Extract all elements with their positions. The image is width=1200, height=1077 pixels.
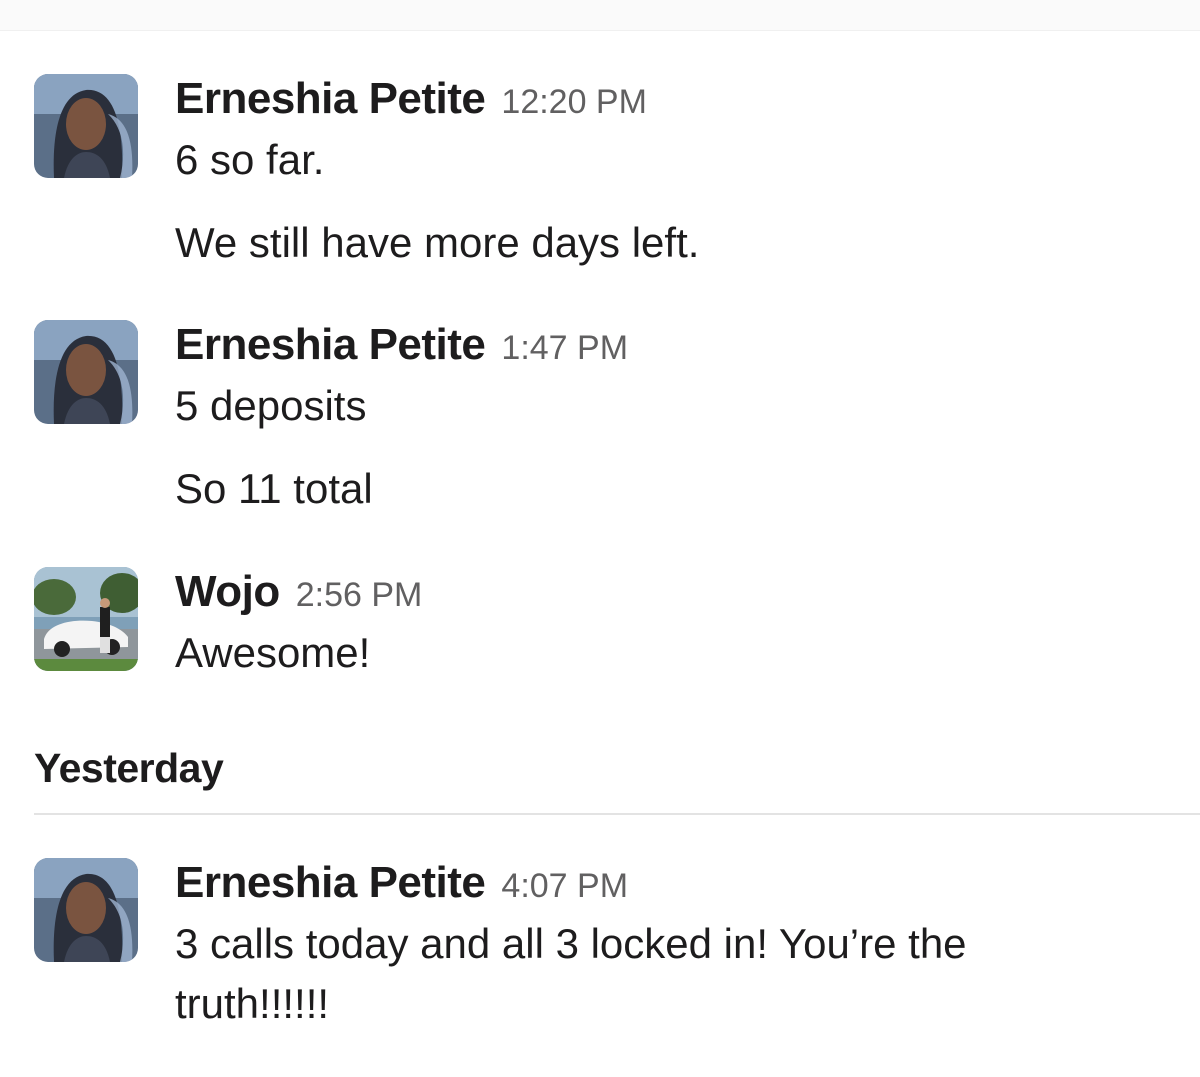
message-text: So 11 total bbox=[175, 465, 373, 512]
timestamp[interactable]: 2:56 PM bbox=[296, 576, 423, 615]
message-text: Awesome! bbox=[175, 629, 371, 676]
message-content: Erneshia Petite 4:07 PM 3 calls today an… bbox=[175, 858, 1160, 1034]
day-divider-line bbox=[34, 813, 1200, 815]
woman-portrait-avatar bbox=[34, 320, 138, 424]
message-content: Erneshia Petite 12:20 PM 6 so far. We st… bbox=[175, 74, 1160, 273]
message-text: 5 deposits bbox=[175, 382, 367, 429]
car-photo-avatar bbox=[34, 567, 138, 671]
timestamp[interactable]: 1:47 PM bbox=[501, 329, 628, 368]
message-header: Erneshia Petite 1:47 PM bbox=[175, 320, 1160, 376]
user-avatar[interactable] bbox=[34, 858, 138, 962]
message-text: truth!!!!!! bbox=[175, 980, 330, 1027]
timestamp[interactable]: 12:20 PM bbox=[501, 83, 647, 122]
user-avatar[interactable] bbox=[34, 567, 138, 671]
message-header: Erneshia Petite 12:20 PM bbox=[175, 74, 1160, 130]
sender-name[interactable]: Erneshia Petite bbox=[175, 74, 486, 124]
sender-name[interactable]: Erneshia Petite bbox=[175, 858, 486, 908]
message-header: Erneshia Petite 4:07 PM bbox=[175, 858, 1160, 914]
message-content: Wojo 2:56 PM Awesome! bbox=[175, 567, 1160, 683]
woman-portrait-avatar bbox=[34, 858, 138, 962]
top-bar bbox=[0, 0, 1200, 31]
sender-name[interactable]: Erneshia Petite bbox=[175, 320, 486, 370]
timestamp[interactable]: 4:07 PM bbox=[501, 867, 628, 906]
day-divider-label: Yesterday bbox=[34, 745, 224, 791]
woman-portrait-avatar bbox=[34, 74, 138, 178]
message-text: 3 calls today and all 3 locked in! You’r… bbox=[175, 920, 967, 967]
message-text: We still have more days left. bbox=[175, 219, 700, 266]
message-content: Erneshia Petite 1:47 PM 5 deposits So 11… bbox=[175, 320, 1160, 519]
user-avatar[interactable] bbox=[34, 74, 138, 178]
sender-name[interactable]: Wojo bbox=[175, 567, 280, 617]
message-text: 6 so far. bbox=[175, 136, 325, 183]
message-header: Wojo 2:56 PM bbox=[175, 567, 1160, 623]
user-avatar[interactable] bbox=[34, 320, 138, 424]
